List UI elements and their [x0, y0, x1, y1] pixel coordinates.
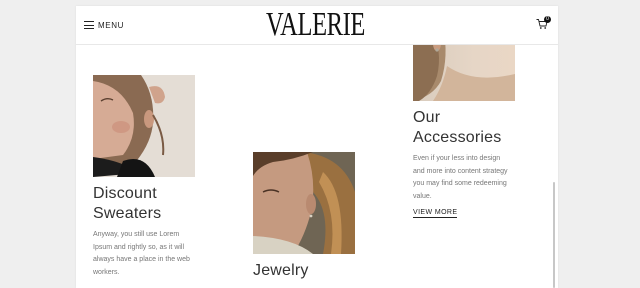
page-frame: MENU VALERIE 0 Our Accessories Even if y…: [76, 6, 558, 288]
site-header: MENU VALERIE 0: [76, 6, 558, 45]
sweaters-title-line2: Sweaters: [93, 205, 162, 222]
scrollbar[interactable]: [553, 182, 555, 288]
jewelry-title: Jewelry: [253, 262, 309, 279]
site-logo[interactable]: VALERIE: [266, 8, 365, 42]
cart-count-badge: 0: [544, 16, 551, 23]
accessories-title-line1: Our: [413, 109, 441, 126]
accessories-title-line2: Accessories: [413, 129, 502, 146]
view-more-link[interactable]: VIEW MORE: [413, 209, 458, 218]
menu-button[interactable]: MENU: [84, 18, 124, 32]
sweaters-image[interactable]: [93, 75, 195, 177]
menu-label: MENU: [98, 20, 124, 30]
accessories-description: Even if your less into design and more i…: [413, 155, 508, 200]
jewelry-image[interactable]: [253, 152, 355, 254]
sweaters-description: Anyway, you still use Lorem Ipsum and ri…: [93, 231, 190, 276]
hamburger-icon: [84, 21, 94, 29]
sweaters-title-line1: Discount: [93, 185, 157, 202]
cart-button[interactable]: 0: [536, 16, 551, 32]
